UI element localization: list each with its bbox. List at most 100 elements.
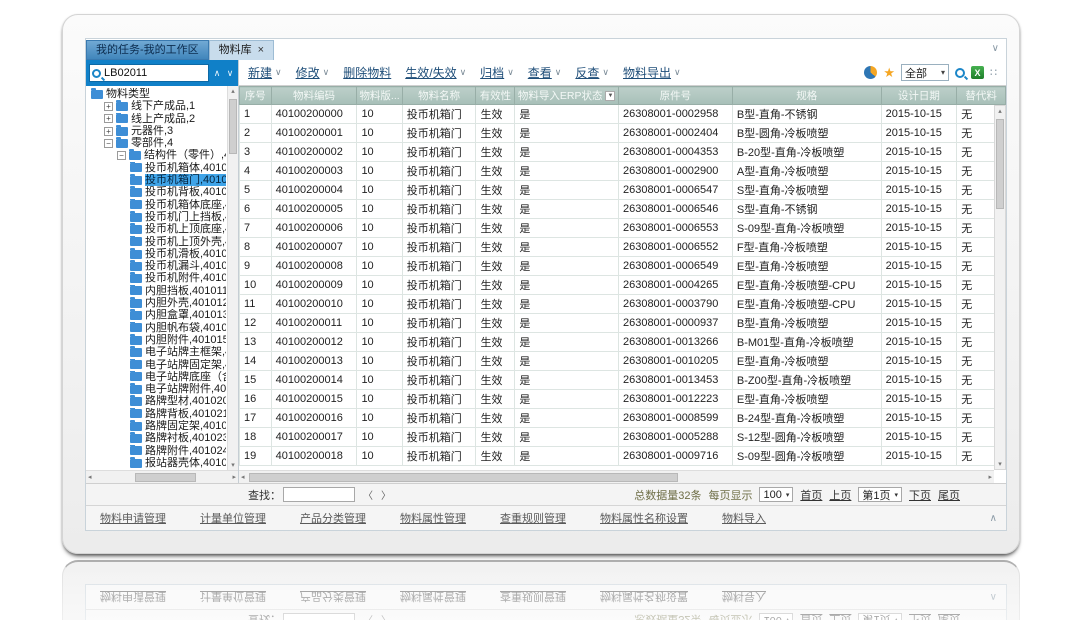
scrollbar-thumb[interactable] — [135, 473, 197, 482]
column-header[interactable]: 有效性 — [476, 87, 515, 105]
tree-item[interactable]: 路牌背板,401021 — [89, 408, 226, 420]
column-header[interactable]: 物料名称 — [402, 87, 476, 105]
expand-icon[interactable]: + — [104, 102, 113, 111]
table-horizontal-scrollbar[interactable]: ◂ ▸ — [239, 470, 994, 483]
prev-page-link[interactable]: 上页 — [829, 487, 851, 503]
search-next-button[interactable]: ∨ — [225, 68, 235, 79]
tree-item[interactable]: 电子站牌底座（含地笼 — [89, 371, 226, 383]
tree-item[interactable]: 电子站牌附件,401019 — [89, 383, 226, 395]
tree-item[interactable]: 投币机漏斗,401009 — [89, 260, 226, 272]
first-page-link[interactable]: 首页 — [800, 487, 822, 503]
footer-link[interactable]: 计量单位管理 — [200, 510, 266, 526]
toolbar-item[interactable]: 查看∨ — [528, 64, 562, 81]
scroll-up-icon[interactable]: ▴ — [228, 87, 238, 95]
table-row[interactable]: 34010020000210投币机箱门生效是26308001-0004353B-… — [240, 143, 1006, 162]
tab-material-library[interactable]: 物料库× — [209, 40, 274, 60]
table-vertical-scrollbar[interactable]: ▴ ▾ — [994, 105, 1006, 470]
expand-icon[interactable]: + — [104, 127, 113, 136]
tree-item[interactable]: 报站器壳体,401025 — [89, 457, 226, 469]
tree-item[interactable]: 内胆附件,401015 — [89, 334, 226, 346]
tree-item[interactable]: +线下产成品,1 — [89, 100, 226, 112]
footer-link[interactable]: 查重规则管理 — [500, 510, 566, 526]
column-header[interactable]: 物料版... — [357, 87, 402, 105]
table-row[interactable]: 54010020000410投币机箱门生效是26308001-0006547S型… — [240, 181, 1006, 200]
column-header[interactable]: 物料导入ERP状态▼ — [515, 87, 619, 105]
tree-item[interactable]: 投币机箱门,401002 — [89, 174, 226, 186]
pie-chart-icon[interactable] — [864, 66, 877, 79]
tree-item[interactable]: 物料类型 — [89, 88, 226, 100]
search-prev-button[interactable]: ∧ — [212, 68, 222, 79]
footer-link[interactable]: 产品分类管理 — [300, 510, 366, 526]
expand-icon[interactable]: ∷ — [990, 66, 997, 79]
tree-item[interactable]: +线上产成品,2 — [89, 113, 226, 125]
tree-item[interactable]: 电子站牌主框架,4010 — [89, 346, 226, 358]
collapse-icon[interactable]: − — [104, 139, 113, 148]
scope-select[interactable]: 全部 ▾ — [901, 64, 949, 81]
toolbar-item[interactable]: 物料导出∨ — [623, 64, 681, 81]
find-input[interactable] — [283, 487, 355, 502]
column-header[interactable]: 规格 — [732, 87, 881, 105]
tab-my-workspace[interactable]: 我的任务-我的工作区 — [86, 40, 209, 60]
table-row[interactable]: 134010020001210投币机箱门生效是26308001-0013266B… — [240, 333, 1006, 352]
scrollbar-track[interactable] — [247, 473, 987, 482]
chevron-down-icon[interactable]: ∨ — [992, 43, 999, 54]
tree-item[interactable]: 路牌附件,401024 — [89, 445, 226, 457]
footer-link[interactable]: 物料属性名称设置 — [600, 510, 688, 526]
table-row[interactable]: 124010020001110投币机箱门生效是26308001-0000937B… — [240, 314, 1006, 333]
tree-item[interactable]: −零部件,4 — [89, 137, 226, 149]
scroll-down-icon[interactable]: ▾ — [995, 460, 1005, 468]
table-row[interactable]: 14010020000010投币机箱门生效是26308001-0002958B型… — [240, 105, 1006, 124]
tree-item[interactable]: 投币机上顶底座,4010 — [89, 223, 226, 235]
tree-item[interactable]: 投币机门上挡板,4010 — [89, 211, 226, 223]
table-row[interactable]: 154010020001410投币机箱门生效是26308001-0013453B… — [240, 371, 1006, 390]
table-row[interactable]: 144010020001310投币机箱门生效是26308001-0010205E… — [240, 352, 1006, 371]
tree-vertical-scrollbar[interactable]: ▴ ▾ — [227, 86, 238, 470]
scroll-left-icon[interactable]: ◂ — [241, 473, 245, 481]
tree-item[interactable]: 内胆外壳,401012 — [89, 297, 226, 309]
tree-item[interactable]: 内胆挡板,401011 — [89, 285, 226, 297]
toolbar-item[interactable]: 新建∨ — [248, 64, 282, 81]
favorite-star-icon[interactable]: ★ — [883, 66, 895, 79]
toolbar-item[interactable]: 修改∨ — [296, 64, 330, 81]
toolbar-item[interactable]: 删除物料 — [343, 64, 391, 81]
column-header[interactable]: 设计日期 — [881, 87, 957, 105]
tree-item[interactable]: 投币机上顶外壳,4010 — [89, 236, 226, 248]
tree-item[interactable]: 路牌衬板,401023 — [89, 432, 226, 444]
table-row[interactable]: 44010020000310投币机箱门生效是26308001-0002900A型… — [240, 162, 1006, 181]
table-row[interactable]: 164010020001510投币机箱门生效是26308001-0012223E… — [240, 390, 1006, 409]
tree-item[interactable]: 路牌固定架,401022 — [89, 420, 226, 432]
tree-item[interactable]: −结构件（零件）,401 — [89, 149, 226, 161]
table-row[interactable]: 184010020001710投币机箱门生效是26308001-0005288S… — [240, 428, 1006, 447]
scrollbar-thumb[interactable] — [996, 119, 1004, 209]
tree-item[interactable]: 内胆盒罩,401013 — [89, 309, 226, 321]
page-select[interactable]: 第1页 ▾ — [858, 487, 902, 502]
scroll-right-icon[interactable]: ▸ — [988, 473, 992, 481]
scrollbar-thumb[interactable] — [249, 473, 678, 482]
column-header[interactable]: 原件号 — [618, 87, 732, 105]
table-row[interactable]: 114010020001010投币机箱门生效是26308001-0003790E… — [240, 295, 1006, 314]
footer-link[interactable]: 物料申请管理 — [100, 510, 166, 526]
tree-search-input[interactable] — [104, 67, 206, 79]
tree-horizontal-scrollbar[interactable]: ◂ ▸ — [86, 470, 238, 483]
table-row[interactable]: 194010020001810投币机箱门生效是26308001-0009716S… — [240, 447, 1006, 466]
scroll-left-icon[interactable]: ◂ — [88, 473, 92, 481]
tree-item[interactable]: 投币机滑板,401008 — [89, 248, 226, 260]
last-page-link[interactable]: 尾页 — [938, 487, 960, 503]
tree-item[interactable]: 投币机箱体,401001 — [89, 162, 226, 174]
table-row[interactable]: 84010020000710投币机箱门生效是26308001-0006552F型… — [240, 238, 1006, 257]
scrollbar-track[interactable] — [94, 473, 231, 482]
toolbar-item[interactable]: 反查∨ — [575, 64, 609, 81]
toolbar-item[interactable]: 归档∨ — [480, 64, 514, 81]
footer-link[interactable]: 物料属性管理 — [400, 510, 466, 526]
column-header[interactable]: 物料编码 — [271, 87, 357, 105]
column-header[interactable]: 替代料 — [957, 87, 1006, 105]
filter-icon[interactable]: ▼ — [605, 91, 615, 101]
excel-export-icon[interactable]: X — [971, 66, 984, 79]
table-row[interactable]: 24010020000110投币机箱门生效是26308001-0002404B型… — [240, 124, 1006, 143]
scroll-up-icon[interactable]: ▴ — [995, 107, 1005, 115]
find-next-icon[interactable]: 〉 — [381, 487, 399, 502]
footer-link[interactable]: 物料导入 — [722, 510, 766, 526]
scroll-down-icon[interactable]: ▾ — [228, 461, 238, 469]
column-header[interactable]: 序号 — [240, 87, 272, 105]
next-page-link[interactable]: 下页 — [909, 487, 931, 503]
